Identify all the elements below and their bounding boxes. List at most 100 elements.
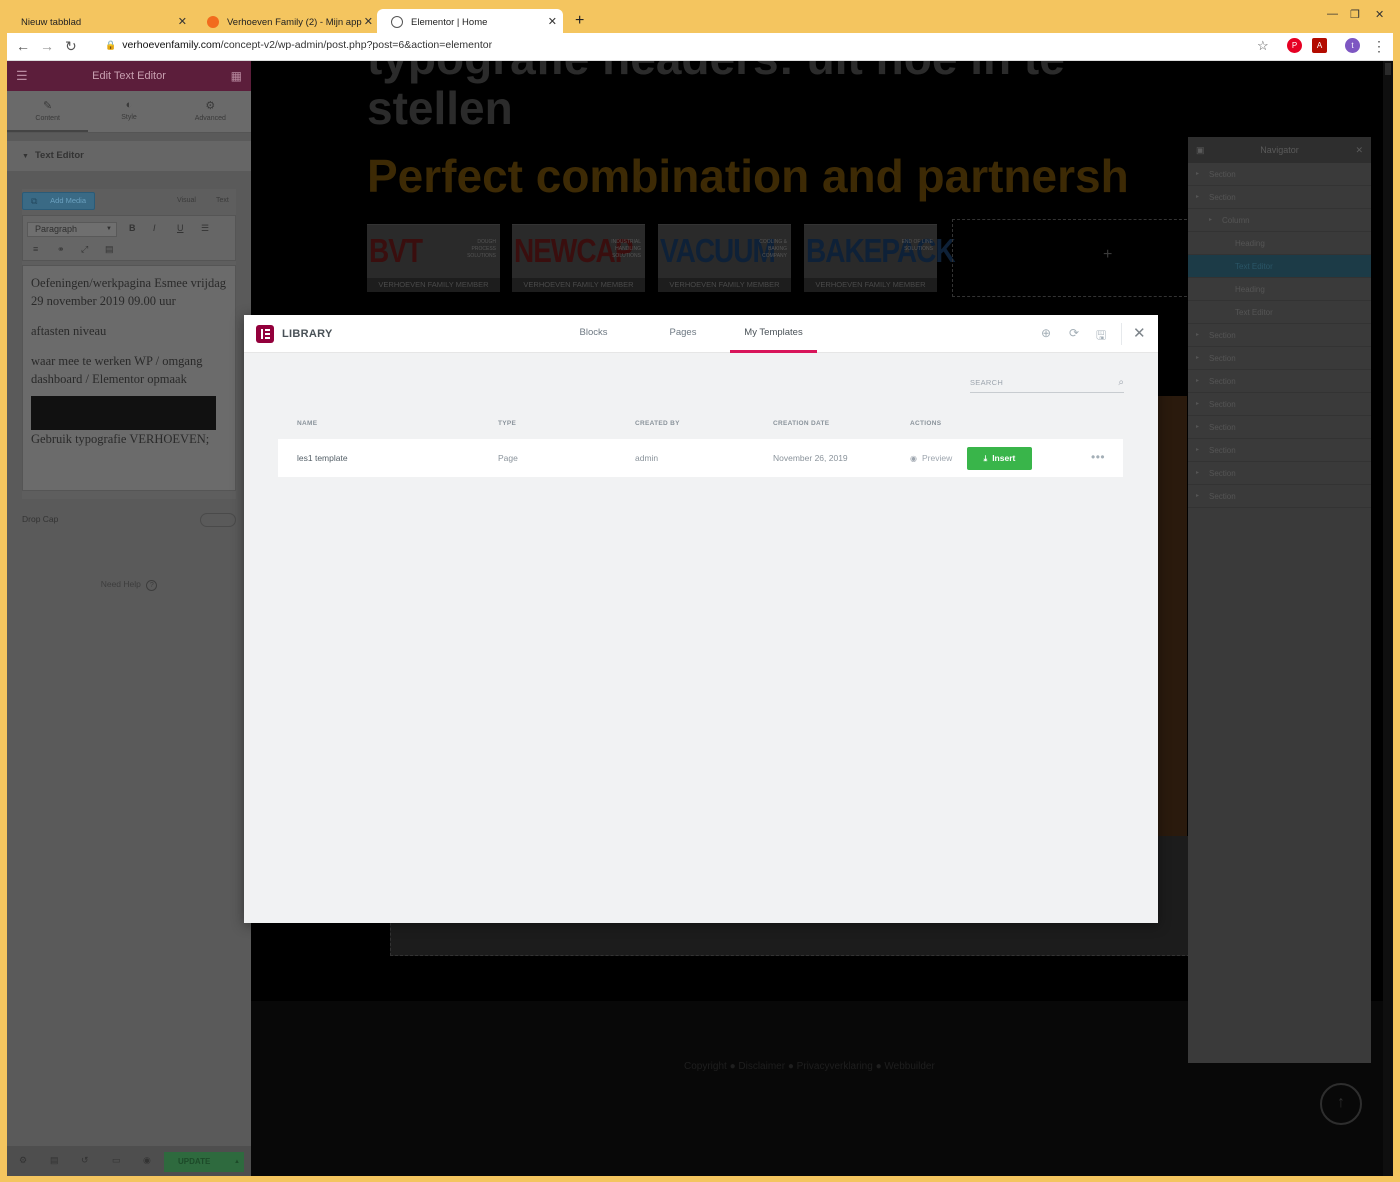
tab-blocks[interactable]: Blocks xyxy=(570,315,617,353)
chevron-up-icon[interactable]: ▲ xyxy=(234,1152,240,1172)
navigator-item[interactable]: ▸ Section xyxy=(1188,439,1371,462)
tab-elementor[interactable]: Elementor | Home ✕ xyxy=(377,9,563,35)
format-select[interactable]: Paragraph ▼ xyxy=(27,222,117,237)
navigator-item-label: Section xyxy=(1209,446,1236,455)
tab-my-templates[interactable]: My Templates xyxy=(730,315,817,353)
tab-text[interactable]: Text xyxy=(216,197,229,204)
collapse-icon[interactable]: ▣ xyxy=(1196,137,1205,163)
canvas-heading[interactable]: typografie headers: uit hoe in te stelle… xyxy=(367,61,1227,133)
save-icon[interactable]: 🖫 xyxy=(1096,326,1106,347)
scroll-top-button[interactable]: ↑ xyxy=(1320,1083,1362,1125)
close-icon[interactable]: ✕ xyxy=(364,15,373,28)
pinterest-icon[interactable]: P xyxy=(1287,38,1302,53)
drop-cap-toggle[interactable] xyxy=(200,513,236,527)
scrollbar[interactable] xyxy=(1383,61,1393,1176)
navigator-item[interactable]: Text Editor xyxy=(1188,301,1371,324)
navigator-item[interactable]: ▸ Section xyxy=(1188,163,1371,186)
navigator-item[interactable]: Heading xyxy=(1188,278,1371,301)
logo-bvt[interactable]: BVT DOUGH PROCESS SOLUTIONS VERHOEVEN FA… xyxy=(367,224,500,292)
underline-icon[interactable]: U xyxy=(177,223,184,233)
template-name: les1 template xyxy=(297,453,348,463)
history-icon[interactable]: ↺ xyxy=(81,1155,89,1166)
navigator-item[interactable]: Heading xyxy=(1188,232,1371,255)
close-window-icon[interactable]: ✕ xyxy=(1375,8,1384,21)
navigator-item[interactable]: ▸ Section xyxy=(1188,370,1371,393)
navigator-item-label: Section xyxy=(1209,331,1236,340)
new-tab-icon[interactable]: + xyxy=(575,12,584,30)
logo-vacuum[interactable]: VACUUM COOLING & BAKING COMPANY VERHOEVE… xyxy=(658,224,791,292)
sync-icon[interactable]: ⟳ xyxy=(1069,326,1079,340)
tab-verhoeven-app[interactable]: Verhoeven Family (2) - Mijn app ✕ xyxy=(193,9,379,35)
import-icon[interactable]: ⊕ xyxy=(1041,326,1051,340)
navigator-item[interactable]: ▸ Section xyxy=(1188,393,1371,416)
close-icon[interactable]: ✕ xyxy=(1133,324,1146,342)
tab-new[interactable]: Nieuw tabblad ✕ xyxy=(7,9,193,35)
italic-icon[interactable]: I xyxy=(153,223,156,233)
canvas-subheading[interactable]: Perfect combination and partnersh xyxy=(367,149,1129,203)
navigator-item[interactable]: ▸ Section xyxy=(1188,485,1371,508)
close-icon[interactable]: ✕ xyxy=(178,15,187,28)
section-title-label: Text Editor xyxy=(34,150,84,161)
url-field[interactable]: 🔒 verhoevenfamily.com/concept-v2/wp-admin… xyxy=(105,39,492,51)
layers-icon[interactable]: ▤ xyxy=(50,1155,59,1166)
navigator-item[interactable]: ▸ Section xyxy=(1188,186,1371,209)
add-media-button[interactable]: ⧉ Add Media xyxy=(22,192,95,210)
close-icon[interactable]: ✕ xyxy=(548,15,557,28)
navigator-item[interactable]: ▸ Section xyxy=(1188,462,1371,485)
star-icon[interactable]: ☆ xyxy=(1257,38,1269,54)
pdf-icon[interactable]: A xyxy=(1312,38,1327,53)
insert-button[interactable]: ⤓ Insert xyxy=(967,447,1032,470)
template-date: November 26, 2019 xyxy=(773,453,848,463)
heading-line: stellen xyxy=(367,82,513,134)
maximize-icon[interactable]: ❐ xyxy=(1350,8,1360,21)
close-icon[interactable]: ✕ xyxy=(1355,137,1363,163)
tab-advanced[interactable]: ⚙ Advanced xyxy=(170,91,251,132)
need-help-link[interactable]: Need Help ? xyxy=(7,579,251,591)
section-toggle-text-editor[interactable]: ▼ Text Editor xyxy=(7,141,251,171)
numbered-list-icon[interactable]: ≡ xyxy=(33,244,38,254)
logo-bakepack[interactable]: BAKEPACK END OF LINE SOLUTIONS VERHOEVEN… xyxy=(804,224,956,292)
back-icon[interactable]: ← xyxy=(16,38,30,54)
hamburger-icon[interactable]: ☰ xyxy=(16,61,28,91)
footer-links[interactable]: Copyright ● Disclaimer ● Privacyverklari… xyxy=(684,1061,935,1072)
menu-icon[interactable]: ⋮ xyxy=(1372,38,1386,55)
tab-pages[interactable]: Pages xyxy=(662,315,704,353)
toolbar-toggle-icon[interactable]: ▤ xyxy=(105,244,114,255)
eye-icon[interactable]: ◉ xyxy=(143,1155,151,1166)
tab-content[interactable]: ✎ Content xyxy=(7,91,89,132)
divider xyxy=(1121,323,1122,345)
avatar[interactable]: t xyxy=(1345,38,1360,53)
plus-icon[interactable]: + xyxy=(1103,246,1112,264)
scrollbar-thumb[interactable] xyxy=(1385,63,1391,75)
navigator-item[interactable]: Text Editor xyxy=(1188,255,1371,278)
update-button[interactable]: UPDATE ▲ xyxy=(164,1152,244,1172)
editor-content[interactable]: Oefeningen/werkpagina Esmee vrijdag 29 n… xyxy=(22,265,236,491)
globe-icon xyxy=(391,16,403,28)
tab-title: Verhoeven Family (2) - Mijn app xyxy=(227,16,362,28)
bold-icon[interactable]: B xyxy=(129,223,136,233)
more-options-icon[interactable]: ••• xyxy=(1091,450,1105,464)
reload-icon[interactable]: ↻ xyxy=(65,38,77,55)
navigator-item[interactable]: ▸ Section xyxy=(1188,324,1371,347)
widgets-grid-icon[interactable]: ▦ xyxy=(231,61,242,91)
search-input[interactable]: SEARCH xyxy=(970,378,1003,387)
fullscreen-icon[interactable]: ⤢ xyxy=(81,244,88,255)
link-icon[interactable]: ⚭ xyxy=(57,244,65,255)
responsive-icon[interactable]: ▭ xyxy=(112,1155,121,1166)
list-icon[interactable]: ☰ xyxy=(201,223,209,234)
logo-newcap[interactable]: NEWCAP INDUSTRIAL HANDLING SOLUTIONS VER… xyxy=(512,224,645,292)
settings-icon[interactable]: ⚙ xyxy=(19,1155,27,1166)
navigator-item[interactable]: ▸ Section xyxy=(1188,416,1371,439)
tab-style[interactable]: ◐ Style xyxy=(88,91,169,132)
add-media-label: Add Media xyxy=(50,196,86,205)
navigator-item[interactable]: ▸ Column xyxy=(1188,209,1371,232)
forward-icon[interactable]: → xyxy=(40,38,54,54)
navigator-item[interactable]: ▸ Section xyxy=(1188,347,1371,370)
tab-visual[interactable]: Visual xyxy=(177,197,196,204)
minimize-icon[interactable]: — xyxy=(1327,8,1338,20)
preview-button[interactable]: ◉ Preview xyxy=(910,453,952,463)
search-field[interactable]: SEARCH ⌕ xyxy=(970,373,1124,393)
library-modal: LIBRARY Blocks Pages My Templates ⊕ ⟳ 🖫 … xyxy=(244,315,1158,923)
add-column-placeholder[interactable]: + xyxy=(952,219,1192,297)
panel-title: Edit Text Editor xyxy=(92,70,166,82)
